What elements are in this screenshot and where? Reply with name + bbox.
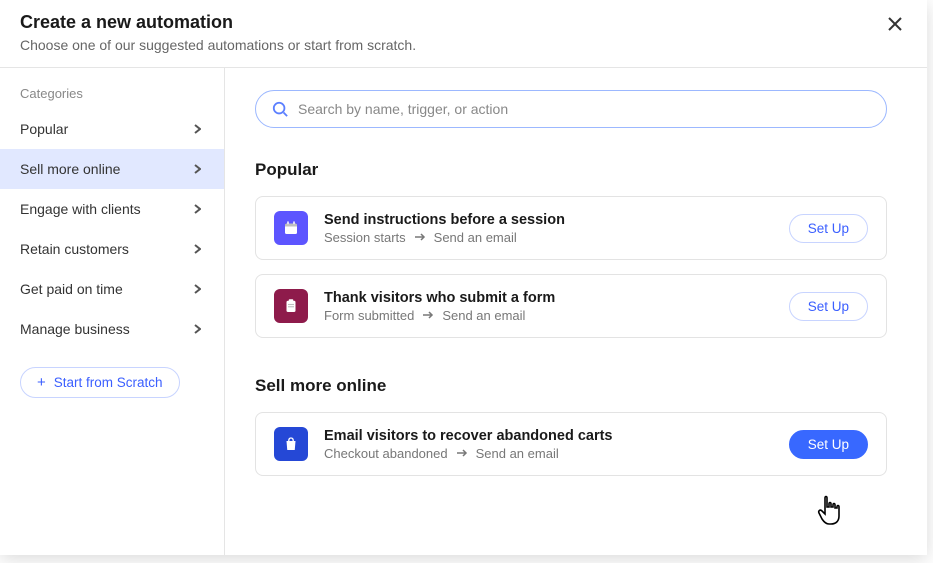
sidebar-item-popular[interactable]: Popular [0, 109, 224, 149]
close-button[interactable] [885, 14, 905, 34]
sidebar-item-manage-business[interactable]: Manage business [0, 309, 224, 349]
clipboard-icon [274, 289, 308, 323]
sidebar: Categories Popular Sell more online Enga… [0, 68, 225, 555]
card-trigger: Form submitted [324, 308, 414, 323]
sidebar-heading: Categories [0, 86, 224, 109]
sidebar-item-retain-customers[interactable]: Retain customers [0, 229, 224, 269]
card-action: Send an email [434, 230, 517, 245]
search-input[interactable] [298, 101, 870, 117]
card-action: Send an email [442, 308, 525, 323]
arrow-right-icon [414, 232, 426, 242]
sidebar-item-label: Retain customers [20, 241, 129, 257]
card-subtitle: Checkout abandoned Send an email [324, 446, 773, 461]
automation-card: Email visitors to recover abandoned cart… [255, 412, 887, 476]
search-icon [272, 101, 288, 117]
card-action: Send an email [476, 446, 559, 461]
start-from-scratch-button[interactable]: + Start from Scratch [20, 367, 180, 398]
sidebar-item-label: Popular [20, 121, 68, 137]
sidebar-item-label: Engage with clients [20, 201, 141, 217]
modal-title: Create a new automation [20, 12, 907, 33]
automation-card: Send instructions before a session Sessi… [255, 196, 887, 260]
modal-header: Create a new automation Choose one of ou… [0, 0, 927, 68]
arrow-right-icon [422, 310, 434, 320]
card-trigger: Session starts [324, 230, 406, 245]
section-title-sell-more-online: Sell more online [255, 376, 887, 396]
plus-icon: + [37, 375, 46, 390]
chevron-right-icon [194, 164, 204, 174]
set-up-button[interactable]: Set Up [789, 214, 868, 243]
chevron-right-icon [194, 244, 204, 254]
chevron-right-icon [194, 124, 204, 134]
sidebar-item-label: Manage business [20, 321, 130, 337]
card-title: Send instructions before a session [324, 212, 773, 228]
card-subtitle: Form submitted Send an email [324, 308, 773, 323]
sidebar-item-sell-more-online[interactable]: Sell more online [0, 149, 224, 189]
sidebar-item-engage-with-clients[interactable]: Engage with clients [0, 189, 224, 229]
chevron-right-icon [194, 204, 204, 214]
card-subtitle: Session starts Send an email [324, 230, 773, 245]
arrow-right-icon [456, 448, 468, 458]
close-icon [888, 17, 902, 31]
sidebar-item-label: Get paid on time [20, 281, 123, 297]
modal-subtitle: Choose one of our suggested automations … [20, 37, 907, 53]
main-content: Popular Send instructions before a sessi… [225, 68, 927, 555]
sidebar-item-get-paid-on-time[interactable]: Get paid on time [0, 269, 224, 309]
set-up-button[interactable]: Set Up [789, 430, 868, 459]
set-up-button[interactable]: Set Up [789, 292, 868, 321]
shopping-bag-icon [274, 427, 308, 461]
scratch-button-label: Start from Scratch [54, 375, 163, 390]
chevron-right-icon [194, 324, 204, 334]
section-title-popular: Popular [255, 160, 887, 180]
calendar-icon [274, 211, 308, 245]
chevron-right-icon [194, 284, 204, 294]
card-title: Thank visitors who submit a form [324, 290, 773, 306]
sidebar-item-label: Sell more online [20, 161, 120, 177]
search-box[interactable] [255, 90, 887, 128]
card-title: Email visitors to recover abandoned cart… [324, 428, 773, 444]
automation-card: Thank visitors who submit a form Form su… [255, 274, 887, 338]
card-trigger: Checkout abandoned [324, 446, 448, 461]
